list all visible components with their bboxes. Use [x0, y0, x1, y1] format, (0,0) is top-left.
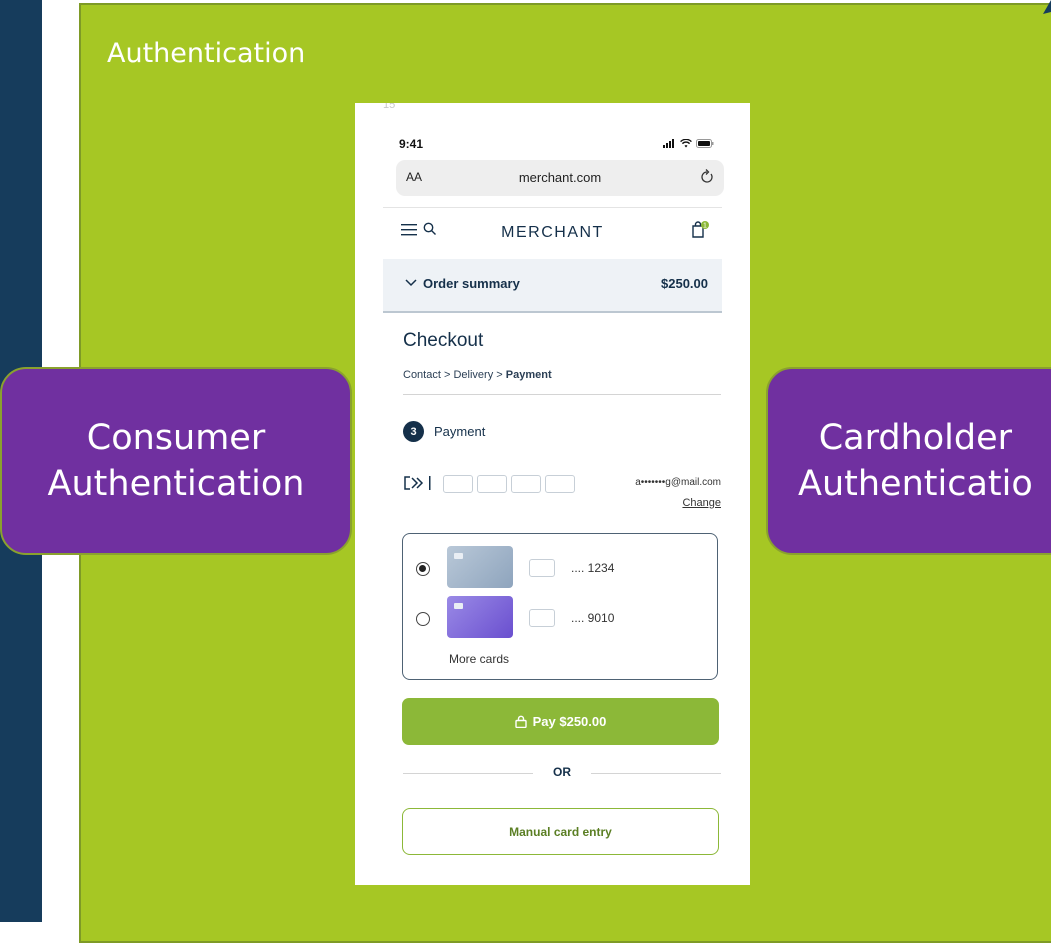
step-label: Payment [434, 424, 486, 439]
order-summary-amount: $250.00 [661, 276, 708, 291]
battery-icon [696, 139, 714, 148]
merchant-logo: MERCHANT [501, 224, 604, 241]
change-email-link[interactable]: Change [682, 497, 721, 509]
payment-step-heading: 3 Payment [403, 421, 485, 442]
consumer-authentication-callout: Consumer Authentication [0, 367, 352, 555]
divider [403, 394, 721, 395]
breadcrumb-payment: Payment [505, 369, 552, 381]
merchant-header: MERCHANT 1 [383, 207, 722, 258]
card-image [447, 546, 513, 588]
card-image [447, 596, 513, 638]
card-brand-placeholders [443, 475, 575, 493]
checkout-title: Checkout [403, 330, 484, 351]
status-time: 9:41 [399, 137, 424, 151]
more-cards-link[interactable]: More cards [449, 652, 509, 666]
phone-mockup: 15 9:41 AA merchant.com MERCHANT 1 Order… [355, 103, 750, 885]
page-number: 15 [383, 103, 396, 111]
breadcrumb: Contact > Delivery > Payment [403, 369, 552, 381]
or-label: OR [553, 765, 571, 779]
callout-line-2: Authenticatio [798, 464, 1033, 504]
reload-icon[interactable] [700, 168, 714, 184]
callout-line-2: Authentication [47, 464, 305, 504]
cardholder-authentication-callout: Cardholder Authenticatio [766, 367, 1051, 555]
breadcrumb-separator: > [496, 369, 503, 381]
breadcrumb-separator: > [443, 369, 451, 381]
order-summary-toggle[interactable]: Order summary $250.00 [383, 259, 722, 313]
url-text: merchant.com [518, 170, 602, 185]
masked-email: a•••••••g@mail.com [635, 477, 721, 488]
chevron-down-icon [405, 279, 417, 287]
click-to-pay-icon [404, 476, 431, 490]
callout-line-1: Cardholder [818, 418, 1013, 458]
manual-card-entry-button[interactable]: Manual card entry [402, 808, 719, 855]
breadcrumb-delivery[interactable]: Delivery [453, 369, 493, 381]
manual-card-entry-label: Manual card entry [509, 824, 612, 839]
svg-text:1: 1 [703, 223, 707, 230]
card-radio-selected[interactable] [416, 562, 430, 576]
pay-button[interactable]: Pay $250.00 [402, 698, 719, 745]
card-brand-box [529, 609, 555, 627]
callout-line-1: Consumer [86, 418, 266, 458]
order-summary-label: Order summary [405, 276, 520, 291]
status-bar: 9:41 [355, 133, 750, 157]
status-icons [663, 139, 714, 148]
pay-button-label: Pay $250.00 [532, 714, 607, 729]
card-number: .... 9010 [571, 611, 615, 625]
card-option[interactable]: .... 1234 [403, 546, 717, 592]
card-number: .... 1234 [571, 561, 615, 575]
card-radio[interactable] [416, 612, 430, 626]
slide-title: Authentication [107, 38, 306, 69]
signal-icon [663, 139, 674, 148]
lock-icon [514, 715, 527, 728]
step-number-badge: 3 [403, 421, 424, 442]
saved-cards-list: .... 1234 .... 9010 More cards [402, 533, 718, 680]
shopping-bag-icon[interactable]: 1 [690, 220, 710, 240]
breadcrumb-contact[interactable]: Contact [403, 369, 441, 381]
browser-address-bar[interactable]: AA merchant.com [396, 160, 724, 196]
corner-arrow-icon [1043, 0, 1051, 14]
card-brand-box [529, 559, 555, 577]
click-to-pay-row: a•••••••g@mail.com Change [403, 475, 721, 515]
card-option[interactable]: .... 9010 [403, 596, 717, 642]
or-separator: OR [403, 763, 721, 783]
wifi-icon [680, 139, 692, 148]
